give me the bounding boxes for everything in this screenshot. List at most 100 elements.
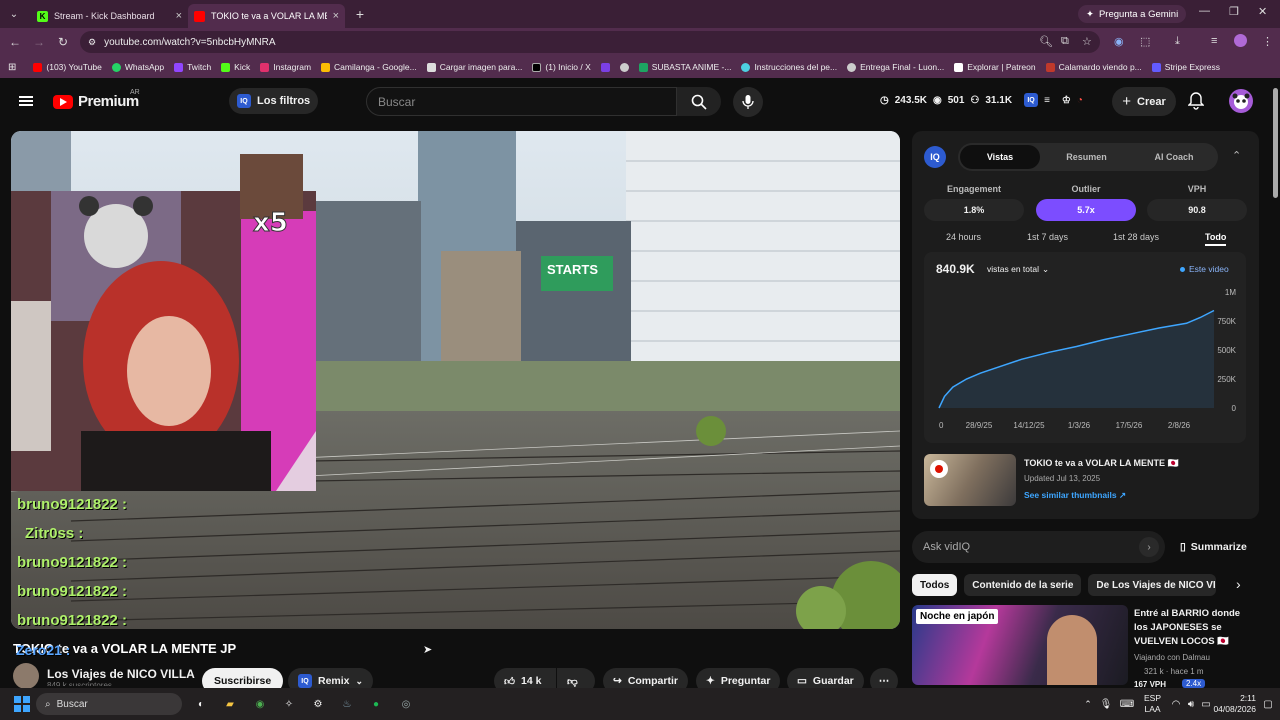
extension-vidiq-icon[interactable]: ◉	[1114, 35, 1124, 48]
language-indicator[interactable]: ESP LAA	[1144, 693, 1161, 715]
tab-youtube-video[interactable]: TOKIO te va a VOLAR LA MENTE ×	[188, 4, 345, 28]
chip-todos[interactable]: Todos	[912, 574, 958, 596]
send-arrow-icon[interactable]: ›	[1139, 537, 1159, 557]
create-button[interactable]: + Crear	[1112, 87, 1176, 116]
voice-search-button[interactable]	[733, 87, 763, 117]
vidiq-logo-icon: IQ	[924, 146, 946, 168]
windows-start-icon[interactable]	[12, 694, 32, 714]
notification-icon[interactable]: ▢	[1258, 694, 1278, 714]
bookmark-subasta[interactable]: SUBASTA ANIME -...	[634, 62, 737, 72]
close-tab-icon[interactable]: ×	[176, 10, 182, 22]
trophy-icon[interactable]: ♔	[1062, 95, 1071, 106]
new-tab-button[interactable]: +	[349, 4, 371, 24]
zoom-icon[interactable]: 🔍︎	[1039, 35, 1053, 48]
range-28d[interactable]: 1st 28 days	[1113, 232, 1159, 242]
profile-icon[interactable]	[1234, 34, 1247, 47]
chrome-icon[interactable]: ◉	[250, 694, 270, 714]
notification-alert-icon[interactable]: ◔	[1077, 95, 1083, 106]
bookmark-purple[interactable]	[596, 62, 615, 72]
recommended-video[interactable]: Noche en japón Entré al BARRIO donde los…	[912, 605, 1262, 689]
site-info-icon[interactable]: ⚙	[88, 37, 96, 48]
bookmark-entrega[interactable]: Entrega Final - Luon...	[842, 62, 949, 72]
scrollbar-thumb[interactable]	[1273, 88, 1278, 198]
bookmark-calamardo[interactable]: Calamardo viendo p...	[1041, 62, 1147, 72]
extensions-icon[interactable]: ⬚	[1140, 35, 1150, 48]
search-input[interactable]: Buscar	[366, 87, 677, 116]
forward-icon[interactable]: →	[27, 35, 51, 49]
app-icon-1[interactable]: ◐	[191, 694, 211, 714]
current-video-card[interactable]: TOKIO te va a VOLAR LA MENTE 🇯🇵 Updated …	[924, 454, 1244, 506]
microphone-tray-icon[interactable]: 🎙︎	[1096, 694, 1116, 714]
filtros-button[interactable]: IQ Los filtros	[229, 88, 319, 114]
summarize-button[interactable]: ▯ Summarize	[1180, 541, 1247, 553]
bookmark-patreon[interactable]: Explorar | Patreon	[949, 62, 1040, 72]
page-scrollbar[interactable]	[1270, 78, 1280, 688]
channel-name[interactable]: Los Viajes de NICO VILLA	[47, 667, 195, 681]
menu-icon[interactable]	[19, 96, 33, 106]
close-tab-icon[interactable]: ×	[333, 10, 339, 22]
bookmark-star-icon[interactable]: ☆	[1082, 35, 1092, 48]
bookmark-youtube[interactable]: (103) YouTube	[28, 62, 106, 72]
tray-chevron-icon[interactable]: ⌃	[1078, 694, 1098, 714]
gemini-button[interactable]: ✦ Pregunta a Gemini	[1078, 5, 1187, 23]
ask-vidiq-input[interactable]: Ask vidIQ ›	[912, 531, 1165, 563]
reload-icon[interactable]: ↻	[51, 35, 75, 49]
collapse-icon[interactable]: ⌃	[1232, 149, 1241, 162]
bookmark-camilanga[interactable]: Camilanga - Google...	[316, 62, 422, 72]
video-player[interactable]: STARTS x5 bruno9121822: Zitr0ss: bruno…	[11, 131, 900, 629]
spotify-icon[interactable]: ●	[366, 694, 386, 714]
steam-icon[interactable]: ♨	[337, 694, 357, 714]
similar-thumbnails-link[interactable]: See similar thumbnails ↗	[1024, 490, 1126, 501]
menu-icon[interactable]: ⋮	[1262, 35, 1273, 48]
tab-vistas[interactable]: Vistas	[960, 145, 1040, 169]
apps-icon[interactable]: ⊞	[8, 62, 16, 73]
bookmark-instrucciones[interactable]: Instrucciones del pe...	[736, 62, 842, 72]
media-icon[interactable]: ≡	[1211, 35, 1217, 47]
account-avatar[interactable]	[1229, 89, 1253, 113]
taskbar-search[interactable]: ⌕ Buscar	[36, 693, 182, 715]
youtube-header: Premium AR IQ Los filtros Buscar ◷ 243.5K…	[0, 78, 1280, 125]
range-todo[interactable]: Todo	[1205, 232, 1227, 246]
channel-avatar[interactable]	[13, 663, 39, 689]
tab-search-icon[interactable]: ⌄	[3, 4, 25, 24]
address-bar[interactable]: ⚙ youtube.com/watch?v=5nbcbHyMNRA	[80, 31, 1100, 53]
file-explorer-icon[interactable]: ▰	[220, 694, 240, 714]
bookmark-twitch[interactable]: Twitch	[169, 62, 216, 72]
vidiq-icon[interactable]: IQ	[1024, 93, 1039, 107]
chevron-right-icon[interactable]: ›	[1236, 576, 1241, 592]
tab-kick-dashboard[interactable]: K Stream - Kick Dashboard ×	[31, 4, 188, 28]
bookmark-cargar-imagen[interactable]: Cargar imagen para...	[422, 62, 528, 72]
youtube-logo[interactable]: Premium AR	[53, 89, 140, 110]
tab-resumen[interactable]: Resumen	[1044, 145, 1129, 169]
back-icon[interactable]: ←	[3, 35, 27, 49]
x-tick-label: 1/3/26	[1068, 421, 1091, 430]
bookmark-globe[interactable]	[615, 62, 634, 72]
download-icon[interactable]: ⤓	[1175, 35, 1180, 48]
bookmark-stripe[interactable]: Stripe Express	[1147, 62, 1225, 72]
rec-channel[interactable]: Viajando con Dalmau	[1134, 653, 1210, 662]
clock[interactable]: 2:11 04/08/2026	[1206, 693, 1256, 715]
bookmark-kick[interactable]: Kick	[216, 62, 255, 72]
chat-line: bruno9121822 :	[17, 583, 128, 600]
bookmark-instagram[interactable]: Instagram	[255, 62, 316, 72]
list-icon[interactable]: ≡	[1044, 95, 1050, 106]
close-window-icon[interactable]: ✕	[1258, 5, 1267, 18]
minimize-icon[interactable]: —	[1199, 5, 1210, 17]
app-icon-2[interactable]: ✧	[279, 694, 299, 714]
bookmark-x[interactable]: (1) Inicio / X	[527, 62, 595, 72]
chat-line: bruno9121822 :	[17, 612, 128, 629]
chip-serie[interactable]: Contenido de la serie	[964, 574, 1082, 596]
bookmark-whatsapp[interactable]: WhatsApp	[107, 62, 169, 72]
tab-ai-coach[interactable]: AI Coach	[1132, 145, 1216, 169]
notifications-button[interactable]	[1187, 92, 1205, 115]
keyboard-tray-icon[interactable]: ⌨	[1117, 694, 1137, 714]
search-button[interactable]	[677, 87, 721, 116]
range-24h[interactable]: 24 hours	[946, 232, 981, 242]
views-dropdown[interactable]: vistas en total ⌄	[987, 264, 1049, 275]
range-7d[interactable]: 1st 7 days	[1027, 232, 1068, 242]
app-icon-4[interactable]: ◎	[396, 694, 416, 714]
chip-channel[interactable]: De Los Viajes de NICO VILLA	[1088, 574, 1217, 596]
maximize-icon[interactable]: ❐	[1229, 5, 1239, 18]
app-icon-3[interactable]: ⚙	[308, 694, 328, 714]
install-icon[interactable]: ⧉	[1061, 35, 1069, 48]
